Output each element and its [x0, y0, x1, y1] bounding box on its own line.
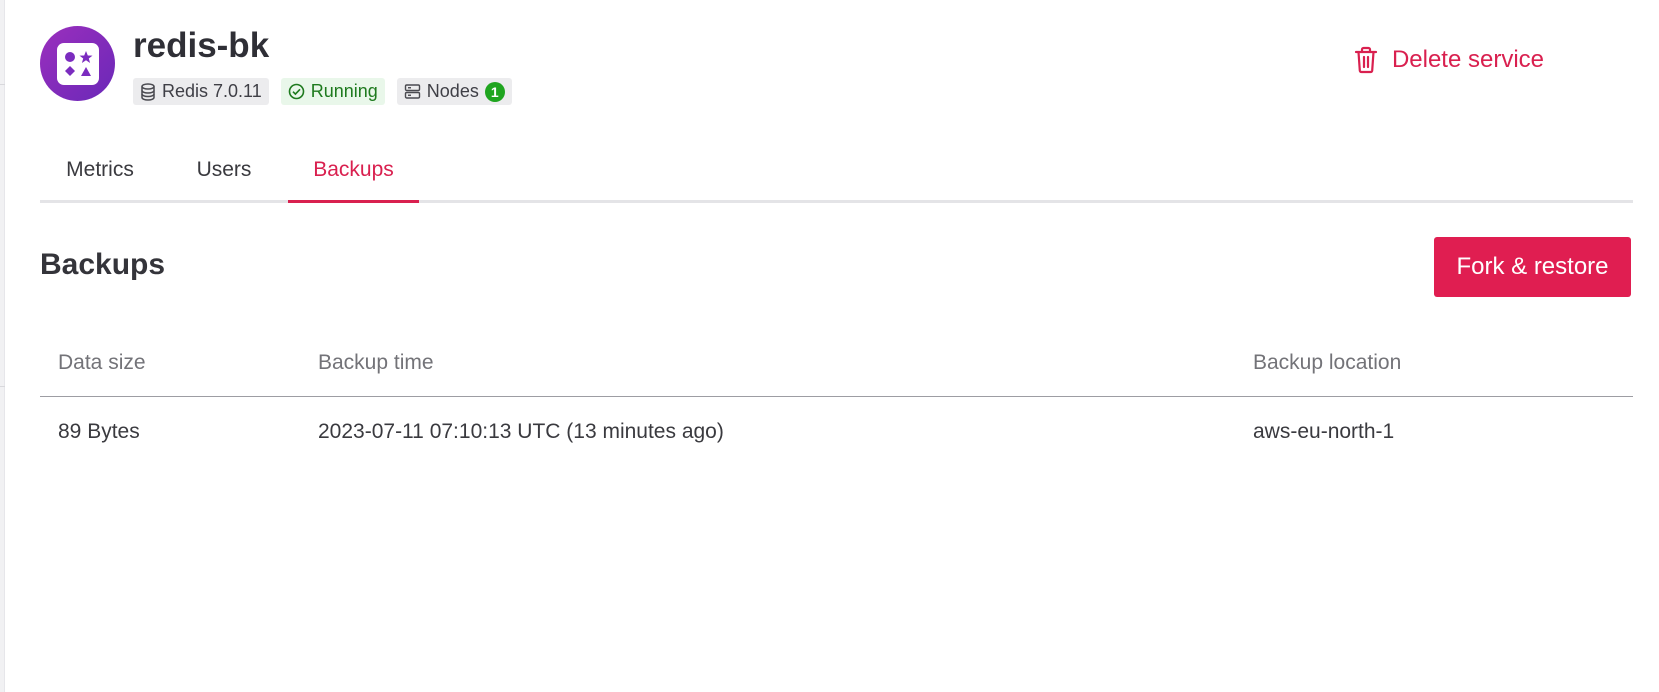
service-header: redis-bk Redis 7.0.11 Running Nodes 1 De… — [40, 26, 1619, 106]
service-tabs: Metrics Users Backups — [40, 140, 1633, 203]
database-icon — [141, 82, 155, 101]
nodes-label: Nodes — [426, 81, 479, 101]
backups-table: Data size Backup time Backup location 89… — [40, 330, 1633, 467]
header-backup-time: Backup time — [318, 351, 434, 374]
service-name: redis-bk — [133, 26, 270, 65]
cell-data-size: 89 Bytes — [58, 420, 140, 443]
fork-restore-button[interactable]: Fork & restore — [1434, 237, 1631, 297]
header-data-size: Data size — [58, 351, 146, 374]
edge-divider — [0, 84, 5, 85]
section-title: Backups — [40, 248, 166, 281]
cell-backup-location: aws-eu-north-1 — [1253, 420, 1395, 443]
table-header: Data size Backup time Backup location — [40, 330, 1633, 397]
service-badges: Redis 7.0.11 Running Nodes 1 — [133, 78, 512, 105]
shapes-icon — [56, 42, 99, 85]
check-circle-icon — [288, 83, 305, 100]
service-logo — [40, 26, 115, 101]
table-row[interactable]: 89 Bytes 2023-07-11 07:10:13 UTC (13 min… — [40, 397, 1633, 467]
edge-divider — [0, 386, 5, 387]
nodes-count: 1 — [484, 81, 505, 102]
status-badge: Running — [280, 78, 385, 105]
tab-metrics[interactable]: Metrics — [40, 140, 160, 200]
cell-backup-time: 2023-07-11 07:10:13 UTC (13 minutes ago) — [318, 420, 724, 443]
trash-icon — [1354, 46, 1378, 74]
tab-backups[interactable]: Backups — [288, 140, 419, 203]
server-icon — [404, 84, 420, 99]
delete-service-label: Delete service — [1391, 46, 1544, 73]
version-badge: Redis 7.0.11 — [133, 78, 269, 105]
header-backup-location: Backup location — [1253, 351, 1402, 374]
left-edge-panel — [0, 0, 5, 692]
tab-users[interactable]: Users — [160, 140, 288, 200]
delete-service-button[interactable]: Delete service — [1354, 46, 1544, 74]
nodes-badge: Nodes 1 — [396, 78, 512, 105]
status-label: Running — [310, 81, 378, 101]
version-label: Redis 7.0.11 — [162, 81, 262, 101]
